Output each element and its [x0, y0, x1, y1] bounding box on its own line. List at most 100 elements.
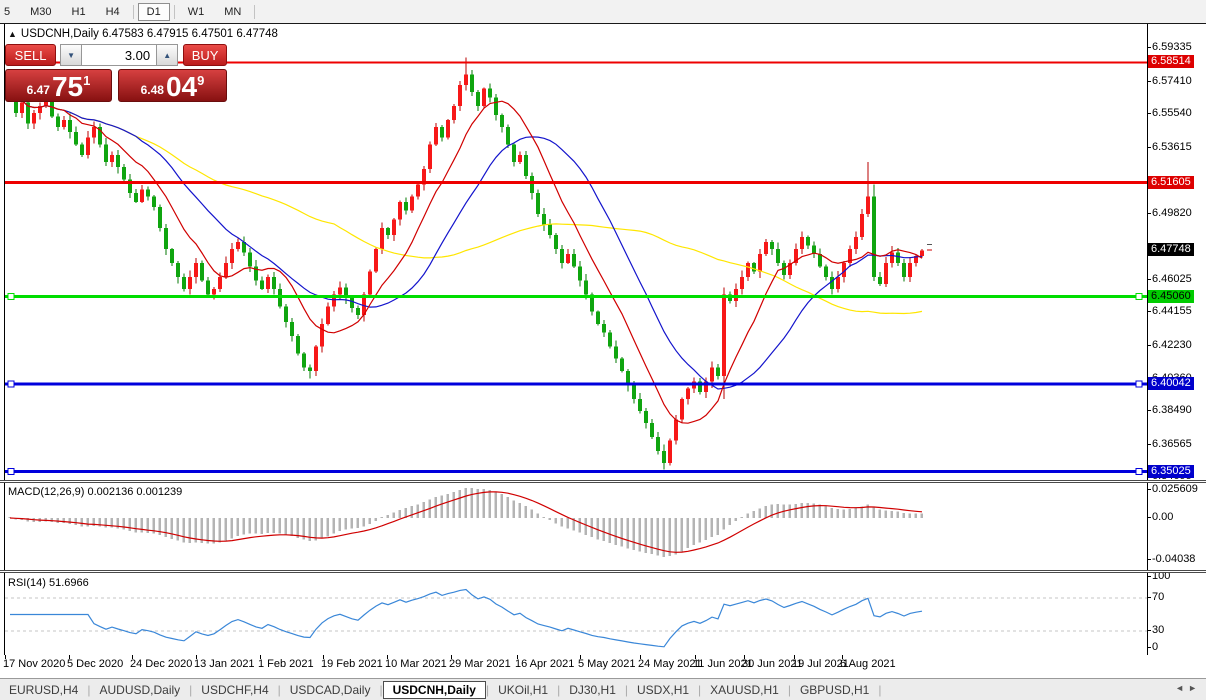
chart-tab-bar: EURUSD,H4|AUDUSD,Daily|USDCHF,H4|USDCAD,…: [0, 678, 1206, 700]
buy-button[interactable]: BUY: [183, 44, 227, 66]
timeframe-button-h4[interactable]: H4: [97, 3, 129, 21]
tab-xauusd-h1[interactable]: XAUUSD,H1: [701, 681, 788, 699]
axis-tick: [1147, 647, 1151, 648]
toolbar-separator: [133, 5, 134, 19]
rsi-axis-label: 70: [1152, 591, 1164, 603]
sell-price-pip: 1: [83, 73, 90, 88]
price-axis-line: [1147, 24, 1148, 655]
axis-tick: [1147, 517, 1151, 518]
axis-tick: [1147, 279, 1151, 280]
axis-tick: [1147, 213, 1151, 214]
tab-nav-arrows: ◄►: [1175, 683, 1201, 693]
macd-axis-label: 0.025609: [1152, 483, 1198, 495]
axis-tick: [1147, 559, 1151, 560]
buy-price-main: 04: [166, 72, 197, 101]
rsi-axis-label: 30: [1152, 624, 1164, 636]
tab-eurusd-h4[interactable]: EURUSD,H4: [0, 681, 87, 699]
price-axis-label: 6.42230: [1152, 339, 1192, 351]
axis-tick: [1147, 597, 1151, 598]
date-label: 16 Apr 2021: [515, 658, 574, 670]
axis-tick: [1147, 630, 1151, 631]
price-axis-label: 6.53615: [1152, 141, 1192, 153]
chart-title-text: USDCNH,Daily 6.47583 6.47915 6.47501 6.4…: [21, 28, 278, 40]
tab-dj30-h1[interactable]: DJ30,H1: [560, 681, 625, 699]
volume-increase-icon[interactable]: ▲: [156, 44, 178, 66]
timeframe-button-h1[interactable]: H1: [63, 3, 95, 21]
axis-tick: [1147, 444, 1151, 445]
price-axis-label: 6.49820: [1152, 207, 1192, 219]
date-label: 6 Aug 2021: [840, 658, 896, 670]
timeframe-toolbar: 5M30H1H4 D1 W1MN: [0, 0, 1206, 24]
axis-tick: [1147, 113, 1151, 114]
date-label: 13 Jan 2021: [194, 658, 255, 670]
tab-usdchf-h4[interactable]: USDCHF,H4: [192, 681, 277, 699]
tab-usdcad-daily[interactable]: USDCAD,Daily: [281, 681, 380, 699]
tabs-container: EURUSD,H4|AUDUSD,Daily|USDCHF,H4|USDCAD,…: [0, 681, 881, 699]
timeframe-button-w1[interactable]: W1: [179, 3, 214, 21]
axis-tick: [1147, 147, 1151, 148]
price-axis-label: 6.57410: [1152, 75, 1192, 87]
panel-splitter[interactable]: [0, 480, 1206, 483]
timeframe-button-d1[interactable]: D1: [138, 3, 170, 21]
toolbar-separator: [254, 5, 255, 19]
date-label: 5 Dec 2020: [67, 658, 123, 670]
level-price-label: 6.45060: [1148, 290, 1194, 303]
axis-tick: [1147, 410, 1151, 411]
price-axis-label: 6.36565: [1152, 438, 1192, 450]
axis-tick: [1147, 311, 1151, 312]
chart-icon: ▲: [8, 29, 17, 39]
sell-price-prefix: 6.47: [27, 83, 50, 97]
macd-axis-label: -0.04038: [1152, 553, 1195, 565]
rsi-label: RSI(14) 51.6966: [8, 577, 89, 589]
chart-title: ▲ USDCNH,Daily 6.47583 6.47915 6.47501 6.…: [8, 28, 278, 40]
axis-tick: [1147, 47, 1151, 48]
level-price-label: 6.35025: [1148, 465, 1194, 478]
tab-usdx-h1[interactable]: USDX,H1: [628, 681, 698, 699]
price-axis-label: 6.38490: [1152, 404, 1192, 416]
one-click-trading-panel: SELL ▼ ▲ BUY 6.47 75 1 6.48 04 9: [5, 44, 227, 102]
date-label: 17 Nov 2020: [3, 658, 65, 670]
axis-tick: [1147, 489, 1151, 490]
tab-nav-right-icon[interactable]: ►: [1188, 683, 1201, 693]
axis-tick: [1147, 576, 1151, 577]
sell-price-button[interactable]: 6.47 75 1: [5, 69, 112, 102]
tab-nav-left-icon[interactable]: ◄: [1175, 683, 1188, 693]
level-price-label: 6.58514: [1148, 55, 1194, 68]
macd-label: MACD(12,26,9) 0.002136 0.001239: [8, 486, 182, 498]
level-price-label: 6.51605: [1148, 176, 1194, 189]
tab-usdcnh-daily[interactable]: USDCNH,Daily: [383, 681, 486, 699]
axis-tick: [1147, 345, 1151, 346]
level-price-label: 6.40042: [1148, 377, 1194, 390]
tab-gbpusd-h1[interactable]: GBPUSD,H1: [791, 681, 878, 699]
price-axis-label: 6.46025: [1152, 273, 1192, 285]
tab-ukoil-h1[interactable]: UKOil,H1: [489, 681, 557, 699]
rsi-axis-label: 0: [1152, 641, 1158, 653]
toolbar-separator: [174, 5, 175, 19]
timeframe-button-m30[interactable]: M30: [21, 3, 60, 21]
chart-canvas[interactable]: [0, 24, 1206, 678]
chart-window: ▲ USDCNH,Daily 6.47583 6.47915 6.47501 6.…: [0, 24, 1206, 678]
date-label: 24 Dec 2020: [130, 658, 192, 670]
timeframe-button-5[interactable]: 5: [0, 3, 19, 21]
macd-axis-label: 0.00: [1152, 511, 1173, 523]
current-price-label: 6.47748: [1148, 243, 1194, 256]
tab-audusd-daily[interactable]: AUDUSD,Daily: [90, 681, 189, 699]
timeframe-button-mn[interactable]: MN: [215, 3, 250, 21]
date-label: 19 Feb 2021: [321, 658, 383, 670]
axis-tick: [1147, 81, 1151, 82]
price-axis-label: 6.55540: [1152, 107, 1192, 119]
volume-input[interactable]: [82, 44, 156, 66]
panel-splitter[interactable]: [0, 570, 1206, 573]
date-label: 1 Feb 2021: [258, 658, 314, 670]
volume-decrease-icon[interactable]: ▼: [60, 44, 82, 66]
buy-price-prefix: 6.48: [141, 83, 164, 97]
price-axis-label: 6.44155: [1152, 305, 1192, 317]
date-label: 10 Mar 2021: [385, 658, 447, 670]
date-label: 5 May 2021: [578, 658, 635, 670]
date-label: 29 Mar 2021: [449, 658, 511, 670]
chart-left-border: [4, 24, 5, 655]
buy-price-button[interactable]: 6.48 04 9: [118, 69, 227, 102]
price-axis-label: 6.59335: [1152, 41, 1192, 53]
sell-button[interactable]: SELL: [5, 44, 56, 66]
tab-separator: |: [878, 683, 881, 697]
